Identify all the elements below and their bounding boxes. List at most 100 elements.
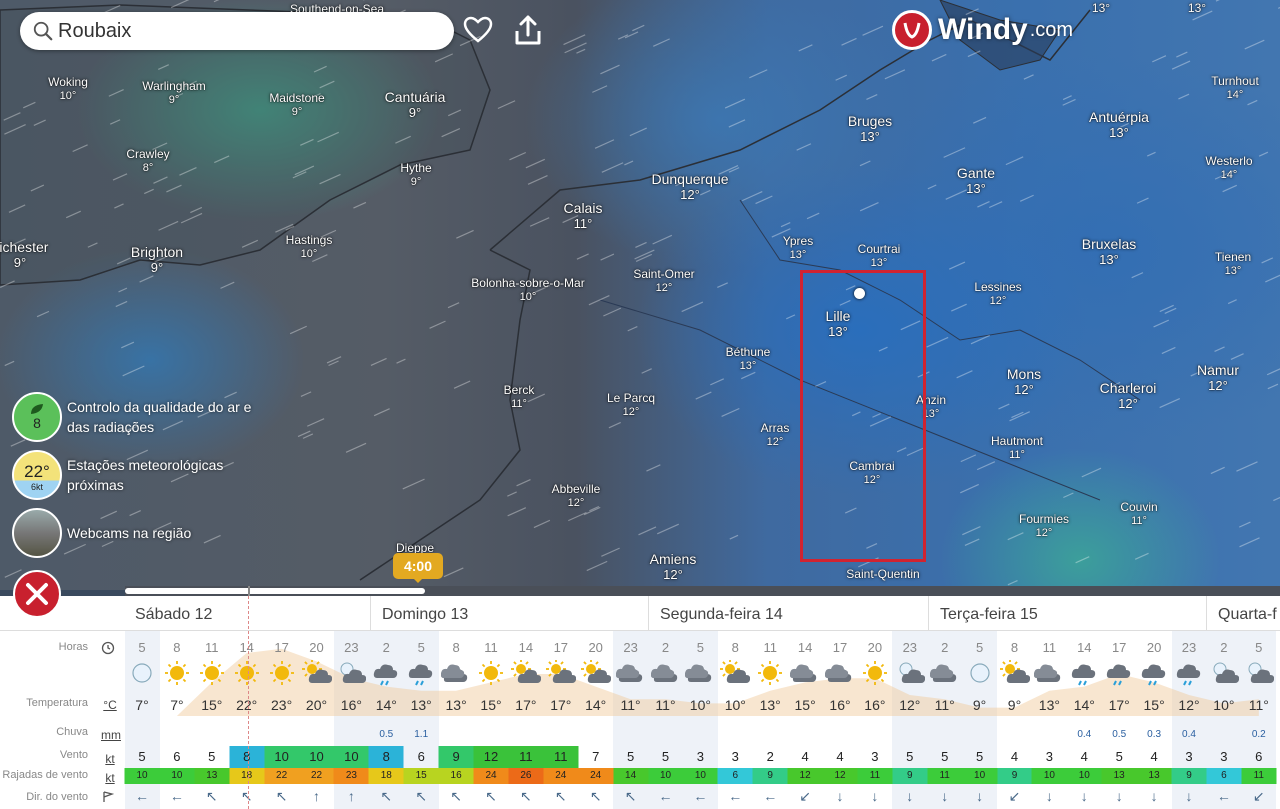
wind-direction-arrow: ↓ (836, 788, 844, 804)
city-label[interactable]: 13° (1092, 1, 1110, 15)
city-temp: 14° (1226, 89, 1244, 101)
hour-cell: 5 (138, 640, 146, 655)
city-name: Crawley (126, 147, 170, 161)
city-label[interactable]: Maidstone 9° (269, 91, 324, 119)
city-label[interactable]: 13° (1188, 1, 1206, 15)
city-label[interactable]: Gante 13° (957, 165, 995, 197)
city-label[interactable]: Calais 11° (564, 200, 603, 232)
city-label[interactable]: Brighton 9° (131, 244, 183, 276)
city-name: Hythe (400, 161, 432, 175)
weather-map[interactable]: Southend-on-Sea Woking 10° Warlingham 9° Maid… (0, 0, 1280, 590)
city-label[interactable]: Bruges 13° (848, 113, 892, 145)
rain-unit[interactable]: mm (101, 728, 121, 742)
cloud-icon (440, 664, 468, 682)
forecast-table: Sábado 12 Domingo 13 Segunda-feira 14 Terça… (0, 596, 1280, 809)
share-icon[interactable] (512, 14, 544, 46)
city-label[interactable]: Abbeville 12° (552, 482, 601, 510)
timeline-bar[interactable] (125, 586, 1280, 596)
weather-stations-button[interactable]: 22° 6kt Estações meteorológicas próximas (12, 450, 257, 500)
weather-icon-cell (162, 660, 192, 691)
day-name[interactable]: Sábado 12 (135, 606, 212, 624)
timeline-cursor[interactable] (248, 586, 250, 596)
city-label[interactable]: Berck 11° (504, 383, 535, 411)
city-label[interactable]: Charleroi 12° (1100, 380, 1157, 412)
city-name: Saint-Omer (633, 267, 695, 281)
city-label[interactable]: Cantuária 9° (385, 89, 446, 121)
city-label[interactable]: Saint-Omer 12° (633, 267, 694, 295)
city-temp: 13° (1099, 252, 1119, 267)
city-label[interactable]: Dunquerque 12° (651, 171, 728, 203)
gusts-unit[interactable]: kt (101, 771, 119, 785)
wind-unit[interactable]: kt (101, 752, 119, 766)
city-label[interactable]: Woking 10° (48, 75, 88, 103)
city-label[interactable]: Bolonha-sobre-o-Mar 10° (471, 276, 584, 304)
wind-cell: 3 (1220, 749, 1228, 764)
day-name[interactable]: Domingo 13 (382, 606, 468, 624)
webcams-button[interactable]: Webcams na região (12, 508, 257, 558)
search-input[interactable] (58, 19, 418, 43)
city-label[interactable]: Arras 12° (761, 421, 790, 449)
hour-cell: 8 (173, 640, 181, 655)
temperature-label: Temperatura (26, 697, 88, 709)
wind-direction-arrow: ↑ (313, 788, 320, 804)
hour-cell: 5 (1255, 640, 1263, 655)
city-label[interactable]: Bruxelas 13° (1082, 236, 1136, 268)
city-label[interactable]: Antuérpia 13° (1089, 109, 1149, 141)
city-label[interactable]: Hythe 9° (400, 161, 431, 189)
city-label[interactable]: nichester9° (0, 239, 48, 271)
weather-icon-cell (895, 660, 925, 691)
location-pin[interactable] (854, 288, 865, 299)
city-label[interactable]: Couvin 11° (1120, 500, 1157, 528)
wind-direction-arrow: ↓ (1150, 788, 1158, 804)
city-label[interactable]: Hastings 10° (286, 233, 333, 261)
close-button[interactable] (13, 570, 61, 618)
timeline-progress (125, 588, 425, 594)
hour-cell: 8 (1010, 640, 1019, 655)
wind-cell: 10 (299, 746, 334, 768)
city-label[interactable]: Mons 12° (1007, 366, 1041, 398)
favorite-heart-icon[interactable] (462, 14, 494, 46)
city-name: Berck (503, 383, 535, 397)
city-temp: 11° (511, 398, 527, 410)
city-label[interactable]: Crawley 8° (126, 147, 169, 175)
city-name: Charleroi (1099, 380, 1157, 396)
hour-cell: 23 (902, 640, 918, 655)
city-temp: 9° (410, 176, 422, 188)
windy-logo[interactable]: Windy .com (892, 10, 1073, 50)
wind-direction-arrow: ↓ (941, 788, 949, 804)
day-name[interactable]: Segunda-feira 14 (660, 606, 783, 624)
weather-icon-cell (1209, 660, 1240, 691)
air-quality-button[interactable]: 8 Controlo da qualidade do ar e das radi… (12, 392, 257, 442)
city-label[interactable]: Westerlo 14° (1205, 154, 1252, 182)
city-label[interactable]: Hautmont 11° (991, 434, 1043, 462)
city-temp: 12° (663, 567, 683, 582)
day-name[interactable]: Quarta-f (1218, 606, 1277, 624)
city-label[interactable]: Le Parcq 12° (607, 391, 655, 419)
city-temp: 13° (1109, 125, 1129, 140)
day-name[interactable]: Terça-feira 15 (940, 606, 1038, 624)
hour-cell: 17 (553, 640, 569, 655)
city-label[interactable]: Namur 12° (1197, 362, 1239, 394)
city-label[interactable]: Amiens 12° (650, 551, 697, 583)
temperature-cell: 15° (794, 697, 816, 713)
city-label[interactable]: Warlingham 9° (142, 79, 206, 107)
search-bar[interactable] (20, 12, 454, 50)
temperature-cell: 12° (899, 697, 921, 713)
city-label[interactable]: Tienen 13° (1215, 250, 1251, 278)
city-name: Cantuária (384, 89, 446, 105)
city-label[interactable]: Turnhout 14° (1211, 74, 1259, 102)
city-label[interactable]: Béthune 13° (726, 345, 771, 373)
sun-icon (234, 661, 259, 685)
city-label[interactable]: Saint-Quentin (846, 567, 919, 581)
gust-cell: 22 (264, 768, 300, 784)
gust-cell: 10 (124, 768, 160, 784)
time-indicator[interactable]: 4:00 (393, 553, 443, 583)
city-label[interactable]: Ypres 13° (783, 234, 813, 262)
city-label[interactable]: Fourmies 12° (1019, 512, 1069, 540)
wind-direction-arrow: ↖ (485, 788, 497, 804)
city-label[interactable]: Lessines 12° (974, 280, 1021, 308)
gust-cell: 15 (403, 768, 439, 784)
temperature-unit[interactable]: °C (101, 698, 119, 712)
city-temp: 9° (168, 94, 180, 106)
city-label[interactable]: Courtrai 13° (858, 242, 901, 270)
